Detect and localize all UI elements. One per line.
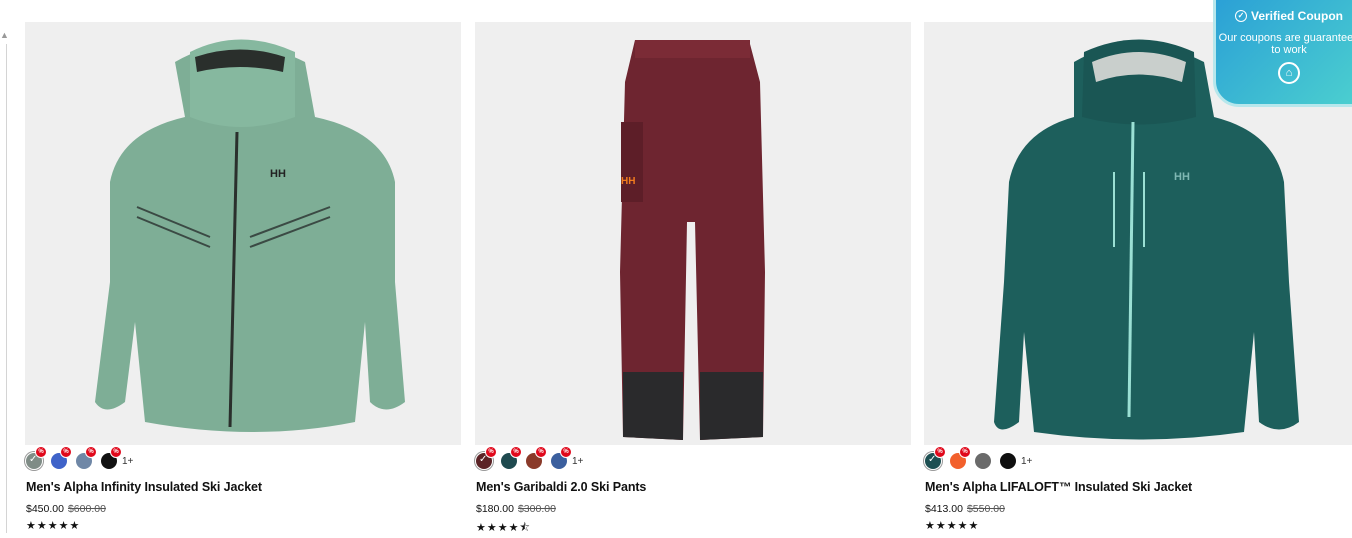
price: $413.00 $550.00 [925,503,1352,515]
svg-text:HH: HH [1174,171,1190,183]
svg-text:HH: HH [270,168,286,180]
price: $450.00 $600.00 [26,503,461,515]
original-price: $550.00 [966,503,1005,515]
coupon-title: Verified Coupon [1250,9,1343,23]
product-image[interactable]: HH [25,22,461,445]
verified-coupon-badge[interactable]: ✓ Verified Coupon Our coupons are guarant… [1213,0,1352,107]
product-title[interactable]: Men's Alpha Infinity Insulated Ski Jacke… [26,480,461,494]
color-swatches: ✓% % % % 1+ [26,446,461,469]
product-image[interactable]: HH [475,22,911,445]
sale-badge-icon: % [510,446,522,458]
more-colors-link[interactable]: 1+ [572,456,583,467]
sale-badge-icon: % [485,446,497,458]
sale-badge-icon: % [934,446,946,458]
star-rating: ★★★★⯪ [476,522,531,534]
original-price: $600.00 [67,503,106,515]
sale-price: $180.00 [476,503,514,515]
sale-badge-icon: % [60,446,72,458]
jacket-illustration: HH [95,39,405,432]
color-swatches: ✓% % 1+ [925,446,1352,469]
color-swatch[interactable]: % [501,446,522,469]
sale-badge-icon: % [560,446,572,458]
color-swatch[interactable]: ✓% [925,446,946,469]
star-rating: ★★★★★ [26,520,81,532]
star-rating: ★★★★★ [925,520,980,532]
color-swatches: ✓% % % % 1+ [476,446,911,469]
color-swatch[interactable]: % [526,446,547,469]
original-price: $300.00 [517,503,556,515]
more-colors-link[interactable]: 1+ [1021,456,1032,467]
color-swatch[interactable] [975,453,991,469]
color-swatch[interactable]: ✓% [476,446,497,469]
price: $180.00 $300.00 [476,503,911,515]
color-swatch[interactable]: ✓% [26,446,47,469]
coupon-description: Our coupons are guaranteed to work [1218,32,1352,56]
sale-badge-icon: % [35,446,47,458]
sale-badge-icon: % [959,446,971,458]
scrollbar-track[interactable] [6,44,7,533]
svg-text:HH: HH [621,176,635,187]
color-swatch[interactable] [1000,453,1016,469]
product-title[interactable]: Men's Alpha LIFALOFT™ Insulated Ski Jack… [925,480,1352,494]
product-card-2[interactable]: HH ✓% % % % 1+ Men's Garibaldi 2.0 Ski P… [475,22,911,538]
color-swatch[interactable]: % [551,446,572,469]
home-icon[interactable]: ⌂ [1278,62,1300,84]
scroll-up-arrow-icon[interactable]: ▲ [0,30,9,40]
color-swatch[interactable]: % [51,446,72,469]
sale-badge-icon: % [110,446,122,458]
sale-badge-icon: % [535,446,547,458]
color-swatch[interactable]: % [950,446,971,469]
color-swatch[interactable]: % [76,446,97,469]
sale-price: $450.00 [26,503,64,515]
sale-badge-icon: % [85,446,97,458]
color-swatch[interactable]: % [101,446,122,469]
product-title[interactable]: Men's Garibaldi 2.0 Ski Pants [476,480,911,494]
verified-check-icon: ✓ [1234,10,1247,22]
pants-illustration: HH [620,40,765,440]
more-colors-link[interactable]: 1+ [122,456,133,467]
product-card-1[interactable]: HH ✓% % % % 1+ Men's Alpha Infinity Insu… [25,22,461,532]
sale-price: $413.00 [925,503,963,515]
